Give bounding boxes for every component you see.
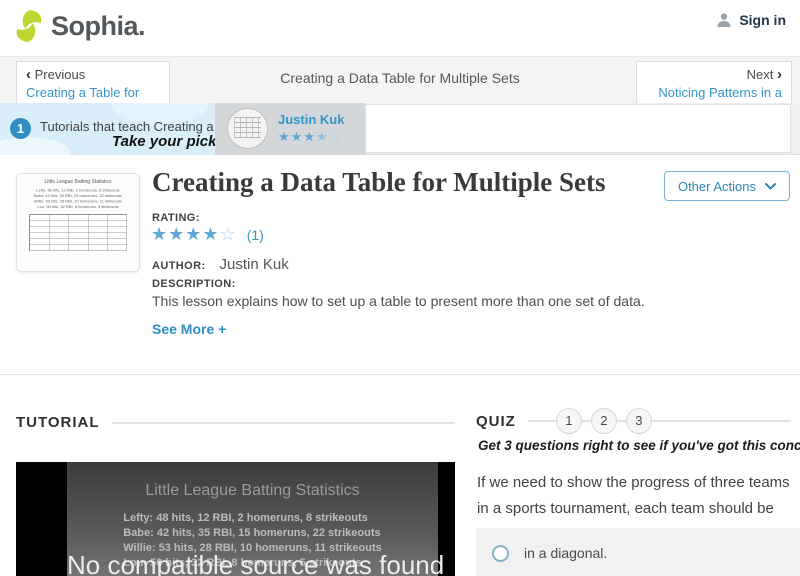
- tutorial-video-player[interactable]: Little League Batting Statistics Lefty: …: [16, 462, 455, 576]
- chevron-left-icon: ‹: [26, 66, 31, 83]
- star-empty-icon: ☆: [220, 224, 237, 244]
- other-actions-button[interactable]: Other Actions: [664, 171, 790, 201]
- tutorial-picker-banner: 1 Tutorials that teach Creating a D Take…: [0, 103, 800, 155]
- video-slide: Little League Batting Statistics Lefty: …: [67, 462, 438, 576]
- rating-count-link[interactable]: (1): [247, 227, 264, 243]
- star-empty-icon: ☆: [329, 129, 342, 144]
- description-text: This lesson explains how to set up a tab…: [152, 293, 712, 309]
- quiz-step-2: 2: [591, 408, 617, 434]
- sophia-logo-icon: [14, 9, 44, 43]
- picker-heading: Tutorials that teach Creating a D: [40, 119, 215, 134]
- sign-in-label: Sign in: [739, 12, 786, 28]
- star-icon: ★: [168, 224, 185, 244]
- star-icon: ★: [202, 224, 219, 244]
- author-label: AUTHOR:: [152, 260, 206, 272]
- tutorial-card-justin-kuk[interactable]: Justin Kuk ★★★★☆: [215, 103, 365, 155]
- video-stat-line: Lefty: 48 hits, 12 RBI, 2 homeruns, 8 st…: [123, 511, 382, 526]
- radio-button[interactable]: [492, 545, 509, 562]
- quiz-step-1: 1: [556, 408, 582, 434]
- star-icon: ★: [303, 129, 316, 144]
- lesson-navbar: ‹ Previous Creating a Table for Change C…: [0, 56, 800, 103]
- tutorial-card-thumbnail: [227, 108, 268, 149]
- star-icon: ★: [185, 224, 202, 244]
- picker-empty-panel: [365, 104, 791, 153]
- tutorial-heading: TUTORIAL: [16, 414, 100, 431]
- author-name: Justin Kuk: [220, 256, 289, 273]
- lesson-summary-section: Little League Batting Statistics Lefty: …: [0, 156, 800, 375]
- star-icon: ★: [278, 129, 291, 144]
- star-rating: ★★★★☆: [151, 224, 237, 244]
- picker-intro-panel: 1 Tutorials that teach Creating a D Take…: [0, 103, 215, 155]
- quiz-option-row[interactable]: in a diagonal.: [476, 528, 800, 576]
- description-label: DESCRIPTION:: [152, 278, 236, 290]
- chevron-down-icon: [765, 183, 776, 190]
- page-title: Creating a Data Table for Multiple Sets: [152, 167, 606, 198]
- quiz-divider-line: [528, 420, 556, 422]
- tutorial-quiz-section: TUTORIAL Little League Batting Statistic…: [0, 376, 800, 576]
- video-slide-title: Little League Batting Statistics: [67, 462, 438, 500]
- top-header: Sophia. Sign in: [0, 0, 800, 56]
- quiz-divider-line: [652, 420, 791, 422]
- tutorial-header: TUTORIAL: [16, 414, 455, 431]
- star-half-icon: ★: [316, 129, 329, 144]
- sign-in-button[interactable]: Sign in: [716, 12, 786, 28]
- user-icon: [716, 12, 732, 28]
- thumbnail-stat-line: Lou: 50 hits, 32 RBI, 8 homeruns, 5 stri…: [22, 204, 134, 210]
- quiz-heading: QUIZ: [476, 413, 516, 430]
- lesson-rating-stars: ★★★★☆ (1): [151, 224, 264, 245]
- video-error-message: No compatible source was found: [67, 550, 438, 576]
- previous-label: Previous: [35, 67, 86, 82]
- quiz-option-label: in a diagonal.: [524, 545, 607, 561]
- next-label: Next: [747, 67, 774, 82]
- chevron-right-icon: ›: [777, 66, 782, 83]
- author-row: AUTHOR: Justin Kuk: [152, 256, 289, 273]
- sophia-logo[interactable]: Sophia.: [14, 9, 145, 43]
- current-lesson-title: Creating a Data Table for Multiple Sets: [200, 70, 600, 86]
- thumbnail-table-grid: [29, 214, 127, 251]
- see-more-link[interactable]: See More +: [152, 321, 226, 337]
- page: Sophia. Sign in ‹ Previous Creating a Ta…: [0, 0, 800, 576]
- lesson-thumbnail: Little League Batting Statistics Lefty: …: [16, 173, 140, 272]
- star-icon: ★: [151, 224, 168, 244]
- quiz-header: QUIZ 1 2 3: [476, 408, 791, 434]
- tutorial-card-author[interactable]: Justin Kuk: [278, 112, 344, 127]
- rating-label: RATING:: [152, 212, 200, 224]
- tutorial-count-badge: 1: [10, 118, 31, 139]
- tutorial-card-rating: ★★★★☆: [278, 129, 341, 145]
- sophia-logo-text: Sophia.: [51, 11, 145, 42]
- quiz-tagline: Get 3 questions right to see if you've g…: [478, 438, 800, 453]
- other-actions-label: Other Actions: [678, 179, 756, 194]
- quiz-step-3: 3: [626, 408, 652, 434]
- picker-tagline: Take your pick:: [112, 133, 215, 150]
- video-stat-line: Babe: 42 hits, 35 RBI, 15 homeruns, 22 s…: [123, 526, 382, 541]
- thumbnail-title: Little League Batting Statistics: [22, 179, 134, 185]
- tutorial-divider-line: [112, 422, 455, 424]
- star-icon: ★: [291, 129, 304, 144]
